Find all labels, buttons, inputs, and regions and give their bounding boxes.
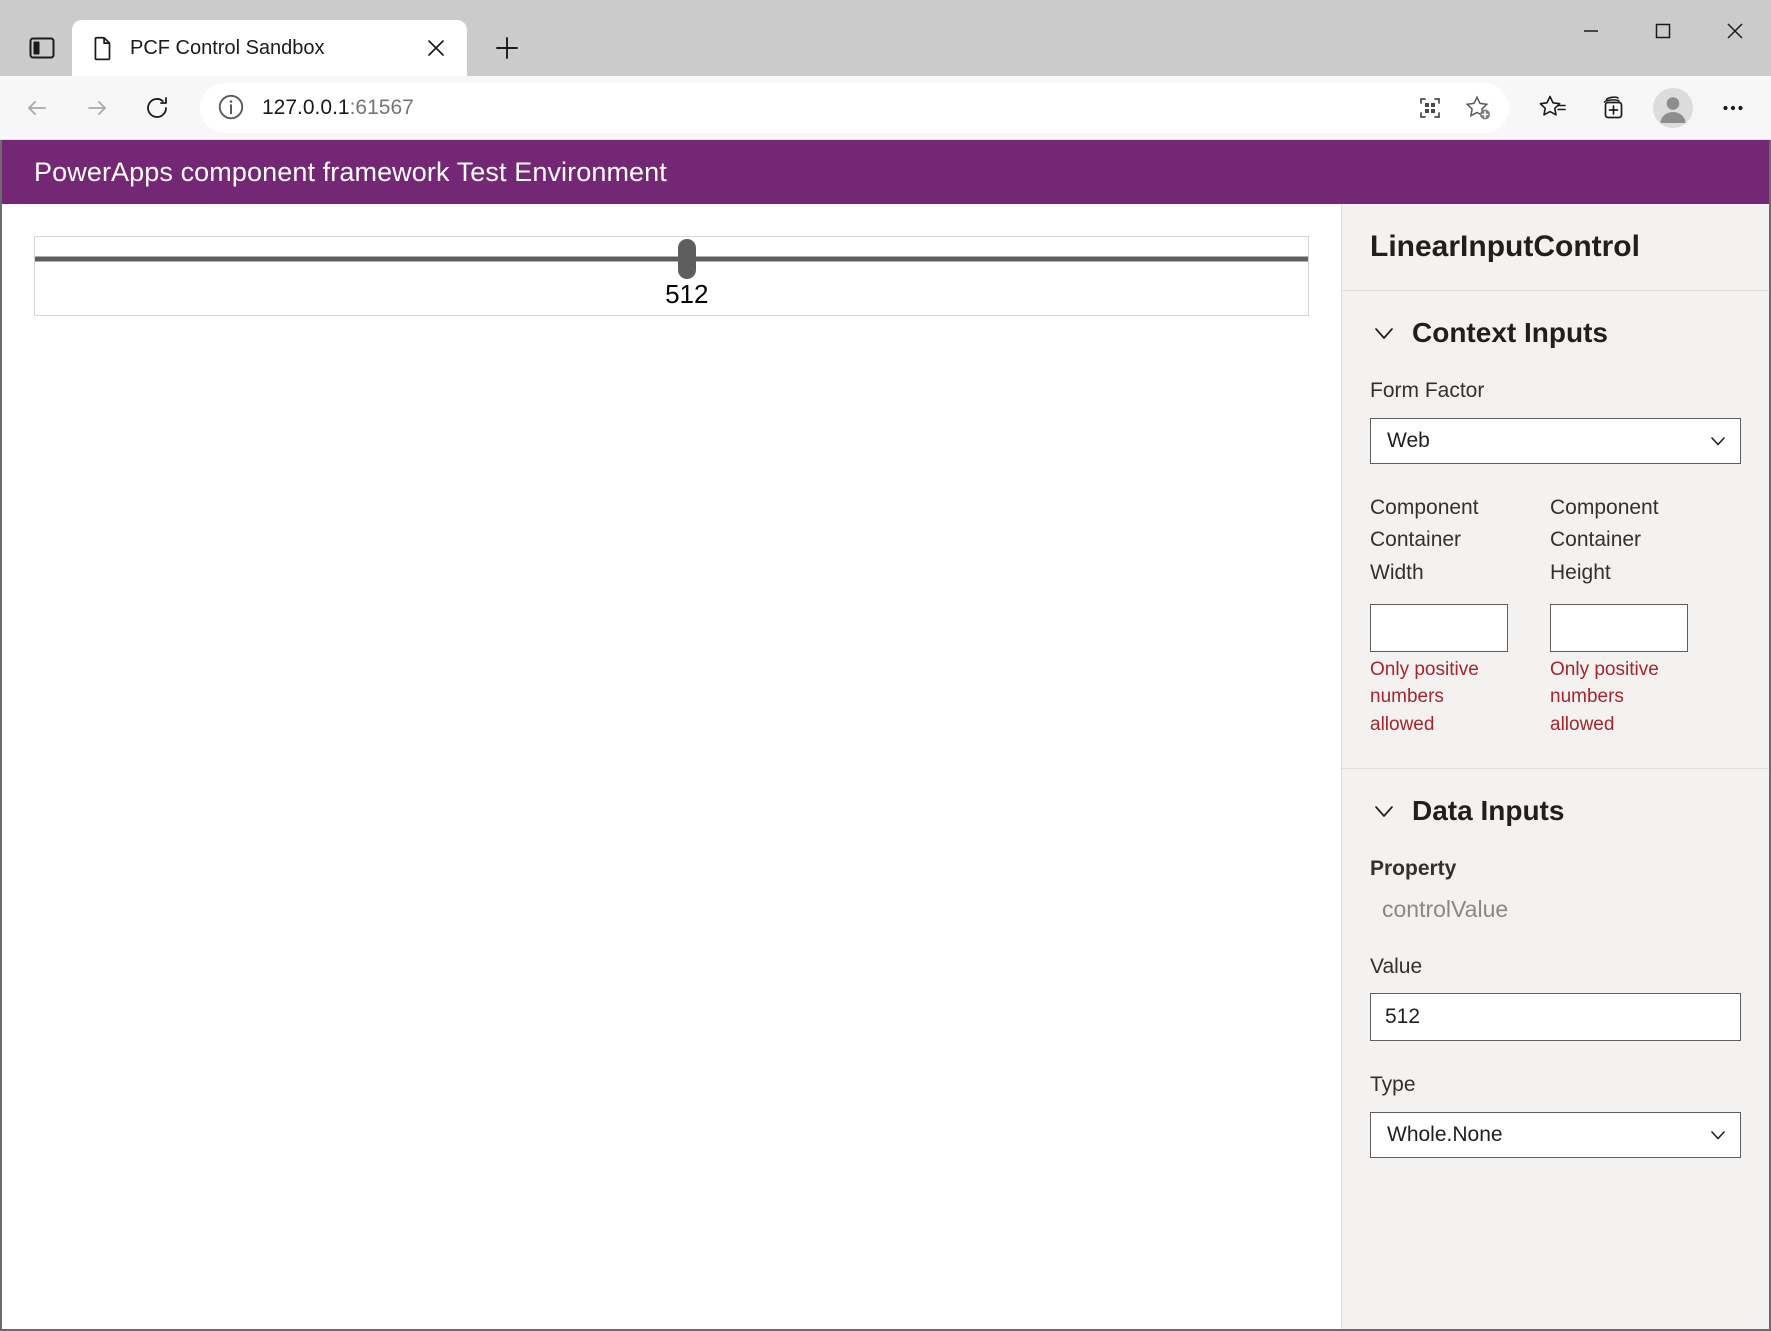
url-host: 127.0.0.1 — [262, 96, 350, 119]
value-label: Value — [1370, 951, 1741, 984]
property-label: Property — [1370, 853, 1741, 886]
info-circle-icon[interactable] — [216, 92, 248, 124]
form-factor-value: Web — [1387, 429, 1430, 453]
container-height-label: Component Container Height — [1550, 492, 1688, 594]
app-header-title: PowerApps component framework Test Envir… — [34, 157, 667, 188]
container-width-input[interactable] — [1370, 604, 1508, 652]
page-icon — [90, 35, 116, 61]
container-height-field: Component Container Height Only positive… — [1550, 492, 1688, 739]
plus-icon[interactable] — [485, 26, 529, 70]
arrow-right-icon[interactable] — [74, 85, 120, 131]
slider[interactable] — [35, 237, 1308, 281]
url-text: 127.0.0.1:61567 — [262, 96, 1403, 120]
container-height-input[interactable] — [1550, 604, 1688, 652]
chevron-down-icon[interactable] — [1370, 797, 1398, 825]
close-icon[interactable] — [419, 31, 453, 65]
chevron-down-icon[interactable] — [1708, 431, 1728, 451]
chevron-down-icon[interactable] — [1708, 1125, 1728, 1145]
section-title: Context Inputs — [1412, 317, 1608, 349]
container-width-field: Component Container Width Only positive … — [1370, 492, 1508, 739]
container-height-error: Only positive numbers allowed — [1550, 656, 1688, 739]
app-install-icon[interactable] — [1409, 87, 1451, 129]
collections-icon[interactable] — [1589, 84, 1637, 132]
browser-toolbar: 127.0.0.1:61567 — [0, 76, 1771, 140]
tab-title: PCF Control Sandbox — [130, 37, 419, 60]
app-header: PowerApps component framework Test Envir… — [2, 140, 1769, 204]
favorites-icon[interactable] — [1529, 84, 1577, 132]
container-width-label: Component Container Width — [1370, 492, 1508, 594]
browser-tab[interactable]: PCF Control Sandbox — [72, 20, 467, 76]
form-factor-select[interactable]: Web — [1370, 418, 1741, 464]
property-value: controlValue — [1382, 896, 1741, 923]
tab-actions-icon[interactable] — [12, 20, 72, 76]
linear-input-control[interactable]: 512 — [34, 236, 1309, 316]
browser-window: PCF Control Sandbox — [0, 0, 1771, 1331]
browser-titlebar: PCF Control Sandbox — [0, 0, 1771, 76]
type-select[interactable]: Whole.None — [1370, 1112, 1741, 1158]
arrow-left-icon[interactable] — [14, 85, 60, 131]
minimize-icon[interactable] — [1555, 0, 1627, 62]
section-context-inputs: Context Inputs Form Factor Web C — [1342, 291, 1769, 769]
window-controls — [1555, 0, 1771, 62]
type-value: Whole.None — [1387, 1123, 1503, 1147]
panel-title-row: LinearInputControl — [1342, 204, 1769, 291]
profile-avatar-icon[interactable] — [1649, 84, 1697, 132]
body-area: 512 LinearInputControl Co — [2, 204, 1769, 1329]
chevron-down-icon[interactable] — [1370, 319, 1398, 347]
form-factor-label: Form Factor — [1370, 375, 1741, 408]
settings-more-icon[interactable] — [1709, 84, 1757, 132]
maximize-icon[interactable] — [1627, 0, 1699, 62]
context-inputs-header[interactable]: Context Inputs — [1370, 317, 1741, 349]
url-port: :61567 — [350, 96, 414, 119]
star-add-icon[interactable] — [1457, 87, 1499, 129]
section-title: Data Inputs — [1412, 795, 1564, 827]
section-data-inputs: Data Inputs Property controlValue Value … — [1342, 769, 1769, 1188]
page-viewport: PowerApps component framework Test Envir… — [0, 140, 1771, 1331]
container-width-error: Only positive numbers allowed — [1370, 656, 1508, 739]
value-input[interactable]: 512 — [1370, 993, 1741, 1041]
container-size-fields: Component Container Width Only positive … — [1370, 492, 1741, 739]
data-inputs-header[interactable]: Data Inputs — [1370, 795, 1741, 827]
slider-track[interactable] — [35, 257, 1308, 262]
slider-value-label: 512 — [665, 279, 708, 310]
reload-icon[interactable] — [134, 85, 180, 131]
control-canvas: 512 — [2, 204, 1341, 1329]
properties-panel[interactable]: LinearInputControl Context Inputs Form F… — [1341, 204, 1769, 1329]
window-close-icon[interactable] — [1699, 0, 1771, 62]
slider-thumb[interactable] — [678, 239, 696, 279]
panel-title: LinearInputControl — [1370, 230, 1741, 264]
type-label: Type — [1370, 1069, 1741, 1102]
address-bar[interactable]: 127.0.0.1:61567 — [200, 83, 1509, 133]
